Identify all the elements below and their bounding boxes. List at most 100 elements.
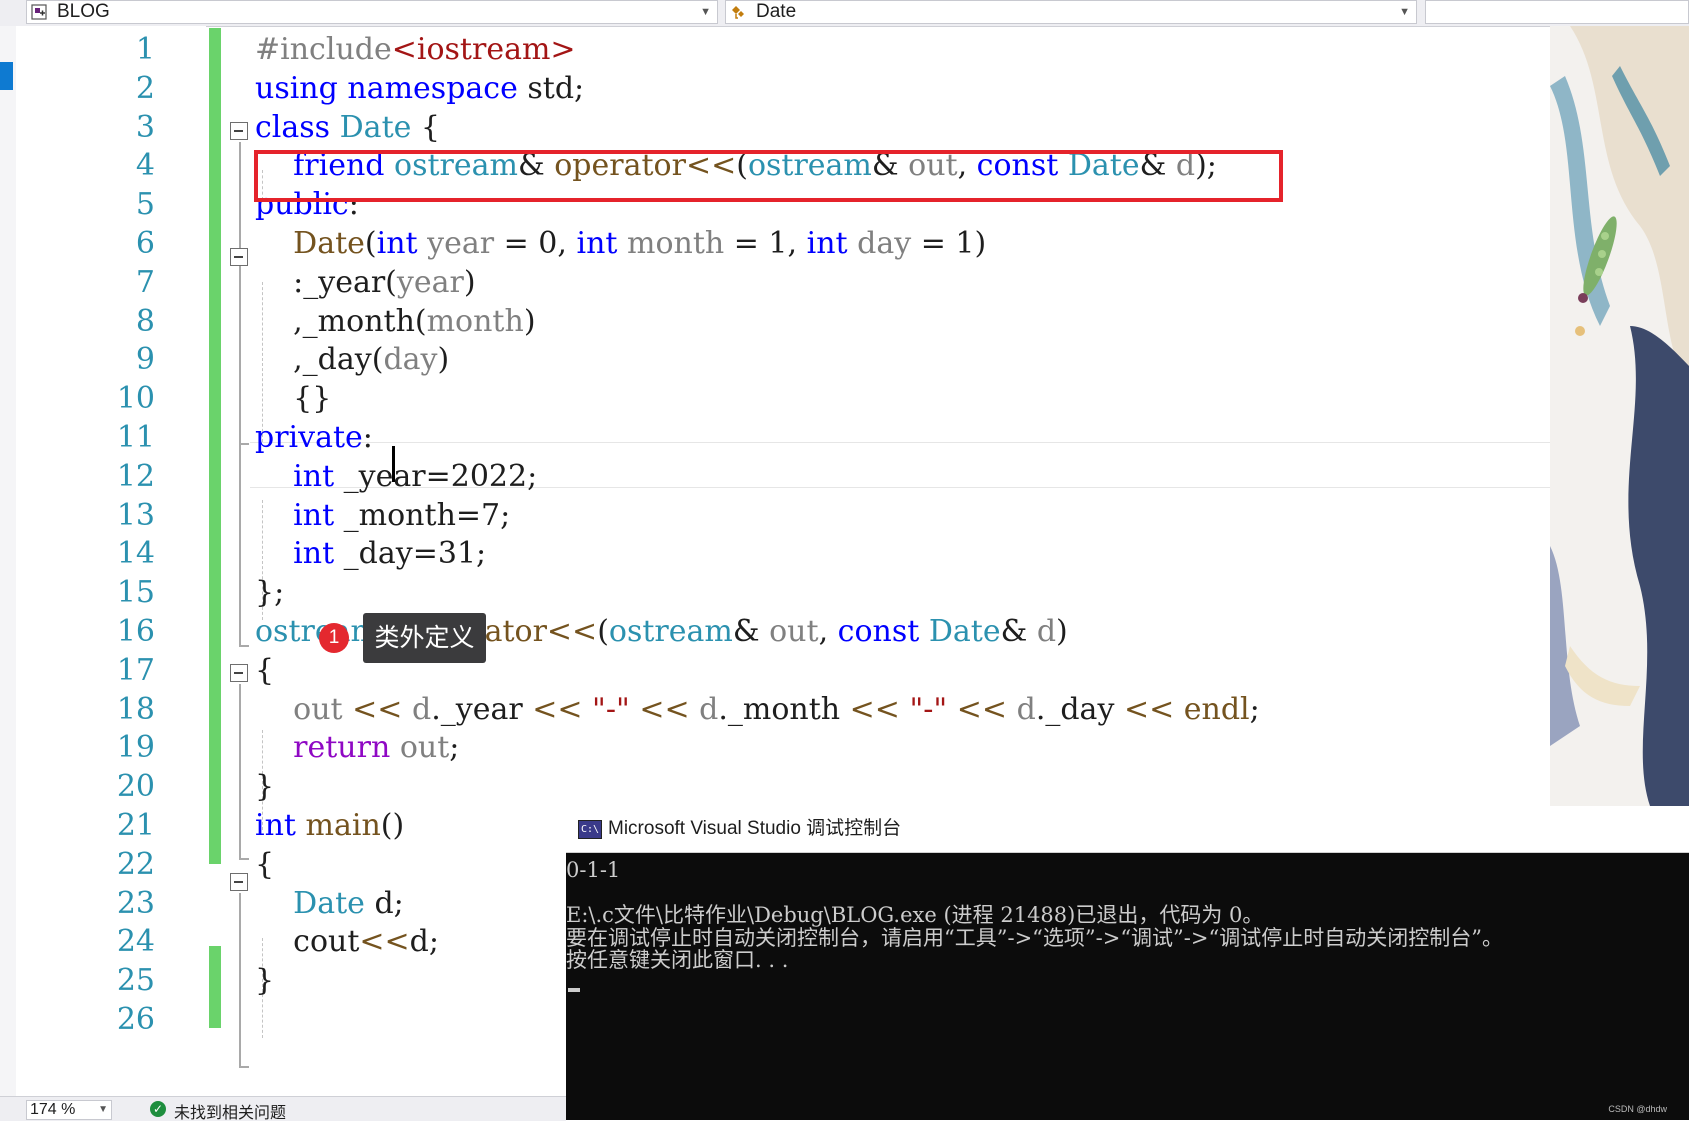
code-line[interactable]: {} <box>255 378 331 420</box>
code-token: << <box>956 691 1008 727</box>
debug-console-window[interactable]: C:\ Microsoft Visual Studio 调试控制台 0-1-1 E… <box>566 806 1689 1120</box>
code-token: cout <box>255 924 360 960</box>
code-token: Date <box>293 885 365 921</box>
code-token: ._year <box>431 691 533 727</box>
code-token: = 1, <box>724 226 807 261</box>
code-line[interactable]: int _month=7; <box>255 495 510 537</box>
code-token: { <box>255 846 275 882</box>
code-token: d <box>411 691 432 727</box>
line-number: 15 <box>116 575 155 611</box>
code-line[interactable]: out << d._year << "-" << d._month << "-"… <box>255 689 1260 731</box>
collapse-operator-icon[interactable] <box>230 664 248 682</box>
code-line[interactable]: class Date { <box>255 107 440 149</box>
line-number: 6 <box>135 226 155 261</box>
code-line[interactable]: int main() <box>255 805 404 847</box>
status-bar: 174 % ▼ ✓ 未找到相关问题 <box>0 1096 566 1123</box>
code-token: = 0, <box>494 226 577 261</box>
line-number: 11 <box>116 420 155 455</box>
project-name: BLOG <box>57 1 110 22</box>
code-token: return <box>293 730 391 766</box>
code-token: main <box>305 808 381 843</box>
code-line[interactable]: }; <box>255 572 284 614</box>
collapse-main-icon[interactable] <box>230 873 248 891</box>
code-token: "-" <box>592 691 630 727</box>
code-line[interactable]: #include<iostream> <box>255 29 576 71</box>
project-dropdown[interactable]: BLOG ▼ <box>26 0 718 24</box>
change-bar <box>209 946 221 1028</box>
code-line[interactable]: return out; <box>255 727 459 769</box>
code-token: ) <box>1056 614 1068 649</box>
code-line[interactable]: using namespace std; <box>255 68 584 110</box>
code-token: private <box>255 420 363 455</box>
code-token: endl <box>1183 691 1250 727</box>
code-token: { <box>255 652 275 688</box>
code-line[interactable]: ,_day(day) <box>255 339 449 381</box>
code-token: out <box>293 691 343 727</box>
member-dropdown[interactable]: Date ▼ <box>725 0 1417 24</box>
code-token: { <box>411 109 440 145</box>
check-icon: ✓ <box>150 1101 166 1117</box>
code-line[interactable]: Date d; <box>255 883 404 925</box>
code-token: int <box>293 497 335 533</box>
console-title-bar[interactable]: C:\ Microsoft Visual Studio 调试控制台 <box>566 806 1689 853</box>
code-token: namespace <box>347 70 518 106</box>
collapse-class-icon[interactable] <box>230 122 248 140</box>
code-token: Date <box>293 226 365 261</box>
issues-status[interactable]: 未找到相关问题 <box>174 1099 286 1123</box>
code-token: d <box>699 691 719 727</box>
line-number: 14 <box>116 536 155 572</box>
code-line[interactable]: } <box>255 766 274 808</box>
code-token: << <box>359 924 410 960</box>
code-token: std; <box>517 70 585 106</box>
code-token: year <box>396 264 464 300</box>
code-line[interactable]: :_year(year) <box>255 262 475 304</box>
outline-guide-end <box>239 645 249 647</box>
code-token: Date <box>928 614 1001 649</box>
line-number: 3 <box>135 109 155 145</box>
code-token: year <box>427 226 495 261</box>
code-token: d; <box>364 885 404 921</box>
code-token: d <box>1016 691 1036 727</box>
code-token: << <box>1123 691 1175 727</box>
code-line[interactable]: ,_month(month) <box>255 301 535 343</box>
zoom-level: 174 % <box>30 1101 76 1118</box>
code-token: _day=31; <box>334 536 487 572</box>
code-token: day <box>383 342 438 378</box>
code-line[interactable]: private: <box>255 417 373 459</box>
code-token: int <box>576 226 618 261</box>
code-line[interactable]: { <box>255 650 274 692</box>
code-token: }; <box>255 575 285 611</box>
line-number: 5 <box>135 187 155 223</box>
watermark: CSDN @dhdw <box>1608 1104 1667 1114</box>
code-line[interactable]: cout<<d; <box>255 921 439 963</box>
code-line[interactable]: Date(int year = 0, int month = 1, int da… <box>255 223 986 265</box>
code-token: <iostream> <box>391 32 576 67</box>
code-token: ; <box>449 730 460 766</box>
code-token: using <box>255 70 338 106</box>
code-token: Date <box>339 109 412 145</box>
outline-guide-end <box>239 1066 249 1068</box>
code-line[interactable]: } <box>255 960 274 1002</box>
line-number: 25 <box>116 963 155 999</box>
code-line[interactable]: { <box>255 844 274 886</box>
chevron-down-icon: ▼ <box>98 1104 108 1115</box>
code-token: ,_month( <box>255 303 427 339</box>
code-line[interactable]: int _day=31; <box>255 533 486 575</box>
code-token: ( <box>364 226 377 261</box>
member-name: Date <box>756 1 797 22</box>
zoom-dropdown[interactable]: 174 % ▼ <box>26 1100 112 1120</box>
line-number: 19 <box>116 730 155 766</box>
function-dropdown[interactable] <box>1425 0 1689 24</box>
code-line[interactable]: int _year=2022; <box>255 456 537 498</box>
collapse-constructor-icon[interactable] <box>230 248 248 266</box>
code-token: d <box>1036 614 1057 649</box>
code-token: int <box>293 536 335 572</box>
